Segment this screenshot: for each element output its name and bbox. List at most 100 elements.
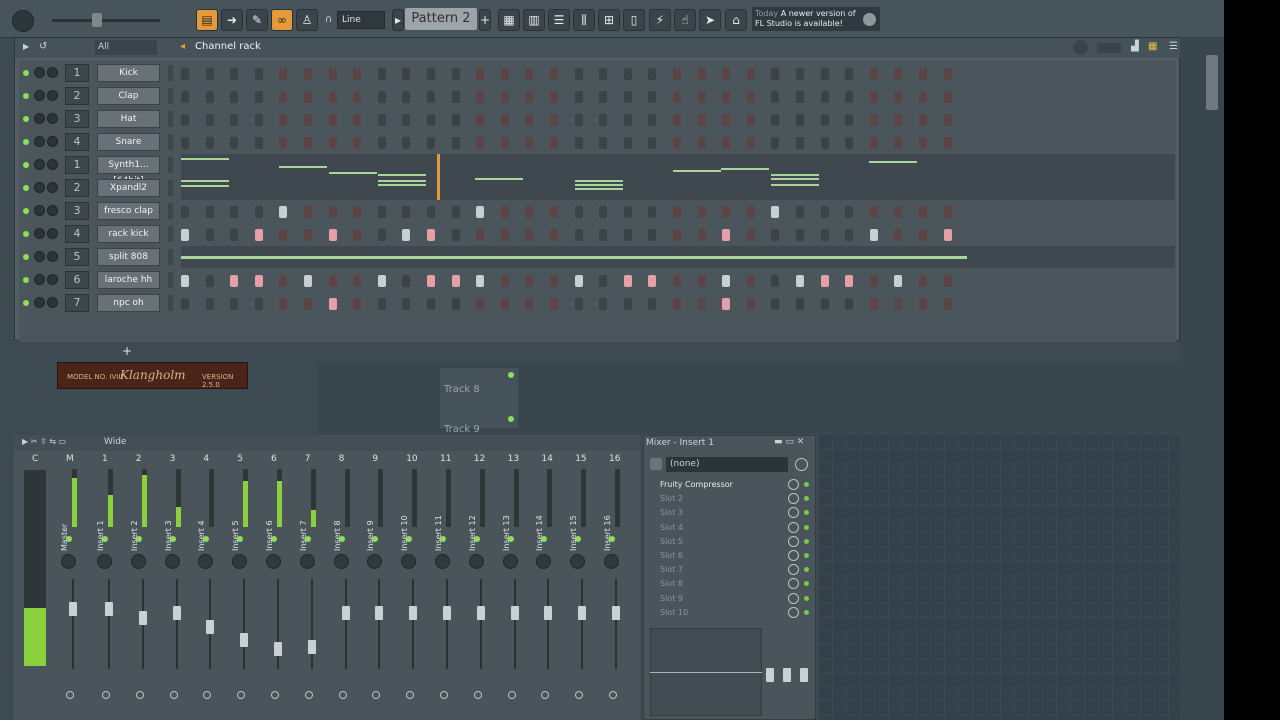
step-button[interactable] xyxy=(304,137,312,149)
step-button[interactable] xyxy=(697,275,706,287)
channel-volume-knob[interactable] xyxy=(34,136,45,147)
step-button[interactable] xyxy=(181,68,189,80)
step-button[interactable] xyxy=(279,275,288,287)
step-button[interactable] xyxy=(550,91,558,103)
step-button[interactable] xyxy=(476,114,485,126)
step-button[interactable] xyxy=(402,206,411,218)
mixer-strip[interactable]: Insert 15 xyxy=(563,451,596,720)
mixer-strip[interactable]: Insert 14 xyxy=(529,451,562,720)
slot-mix-knob[interactable] xyxy=(788,479,799,490)
step-button[interactable] xyxy=(451,206,460,218)
step-button[interactable] xyxy=(574,275,583,287)
step-button[interactable] xyxy=(919,137,927,149)
step-button[interactable] xyxy=(205,68,214,80)
pan-knob[interactable] xyxy=(435,554,450,569)
strip-enable-led[interactable] xyxy=(338,536,345,542)
step-button[interactable] xyxy=(869,114,878,126)
volume-fader[interactable] xyxy=(307,640,316,655)
effect-slot[interactable]: Slot 9 xyxy=(650,592,796,605)
channel-volume-knob[interactable] xyxy=(34,159,45,170)
step-button[interactable] xyxy=(796,68,804,80)
eq-fader[interactable] xyxy=(783,668,791,682)
step-button[interactable] xyxy=(648,91,657,103)
step-button[interactable] xyxy=(599,91,608,103)
step-button[interactable] xyxy=(574,206,583,218)
channel-volume-knob[interactable] xyxy=(34,274,45,285)
pan-knob[interactable] xyxy=(97,554,112,569)
channel-volume-knob[interactable] xyxy=(34,205,45,216)
volume-fader[interactable] xyxy=(341,606,350,620)
volume-fader[interactable] xyxy=(274,642,282,656)
step-button[interactable] xyxy=(476,275,485,287)
step-button[interactable] xyxy=(205,137,214,149)
step-button[interactable] xyxy=(230,91,239,103)
step-button[interactable] xyxy=(377,68,386,80)
step-button[interactable] xyxy=(476,206,485,218)
step-button[interactable] xyxy=(845,114,854,126)
route-icon[interactable] xyxy=(473,691,482,699)
channel-rack-icon[interactable]: ☰ xyxy=(548,9,570,31)
step-button[interactable] xyxy=(476,229,485,241)
step-button[interactable] xyxy=(427,114,435,126)
channel-select[interactable] xyxy=(168,272,173,288)
step-button[interactable] xyxy=(746,91,755,103)
step-button[interactable] xyxy=(525,137,534,149)
channel-mixer-track[interactable]: 4 xyxy=(65,225,89,243)
step-button[interactable] xyxy=(943,298,952,310)
channel-name-button[interactable]: Snare xyxy=(97,133,160,151)
step-button[interactable] xyxy=(894,68,903,80)
channel-pan-knob[interactable] xyxy=(47,251,58,262)
volume-fader[interactable] xyxy=(69,601,77,616)
step-button[interactable] xyxy=(254,68,263,80)
step-button[interactable] xyxy=(279,298,288,310)
step-button[interactable] xyxy=(254,206,263,218)
step-button[interactable] xyxy=(451,68,460,80)
channel-pan-knob[interactable] xyxy=(47,159,58,170)
master-pitch-slider[interactable] xyxy=(52,19,160,22)
mixer-strip[interactable]: Insert 12 xyxy=(462,451,495,720)
channel-mixer-track[interactable]: 6 xyxy=(65,271,89,289)
slot-enable-led[interactable] xyxy=(804,595,809,601)
strip-enable-led[interactable] xyxy=(406,536,413,542)
step-button[interactable] xyxy=(377,275,386,287)
step-button[interactable] xyxy=(254,114,263,126)
step-button[interactable] xyxy=(279,91,288,103)
step-button[interactable] xyxy=(377,114,386,126)
effect-slot[interactable]: Slot 4 xyxy=(650,521,796,534)
step-button[interactable] xyxy=(427,229,435,241)
effect-slot[interactable]: Slot 7 xyxy=(650,563,796,576)
step-button[interactable] xyxy=(623,137,632,149)
pan-knob[interactable] xyxy=(367,554,383,569)
step-button[interactable] xyxy=(673,114,681,126)
step-button[interactable] xyxy=(230,137,239,149)
channel-select[interactable] xyxy=(168,65,173,81)
step-button[interactable] xyxy=(697,229,706,241)
route-icon[interactable] xyxy=(609,691,617,699)
step-button[interactable] xyxy=(820,91,829,103)
route-icon[interactable] xyxy=(237,691,246,699)
step-button[interactable] xyxy=(525,229,534,241)
channel-pan-knob[interactable] xyxy=(47,182,58,193)
step-button[interactable] xyxy=(919,206,927,218)
step-button[interactable] xyxy=(181,229,189,241)
volume-fader[interactable] xyxy=(443,606,451,620)
step-button[interactable] xyxy=(500,206,509,218)
step-button[interactable] xyxy=(943,114,952,126)
channel-filter-select[interactable]: All xyxy=(95,40,157,55)
step-button[interactable] xyxy=(796,137,804,149)
channel-pan-knob[interactable] xyxy=(47,205,58,216)
step-button[interactable] xyxy=(205,229,214,241)
step-button[interactable] xyxy=(525,91,534,103)
step-button[interactable] xyxy=(623,114,632,126)
channel-select[interactable] xyxy=(168,226,173,242)
route-icon[interactable] xyxy=(102,691,110,699)
step-button[interactable] xyxy=(869,229,878,241)
pattern-selector[interactable]: Pattern 2 xyxy=(405,8,477,30)
step-button[interactable] xyxy=(919,229,927,241)
pan-knob[interactable] xyxy=(266,554,281,569)
brush-icon[interactable]: ✎ xyxy=(246,9,268,31)
add-pattern-button[interactable]: + xyxy=(479,9,491,31)
pan-knob[interactable] xyxy=(299,554,315,569)
step-button[interactable] xyxy=(894,298,903,310)
strip-enable-led[interactable] xyxy=(507,536,514,542)
